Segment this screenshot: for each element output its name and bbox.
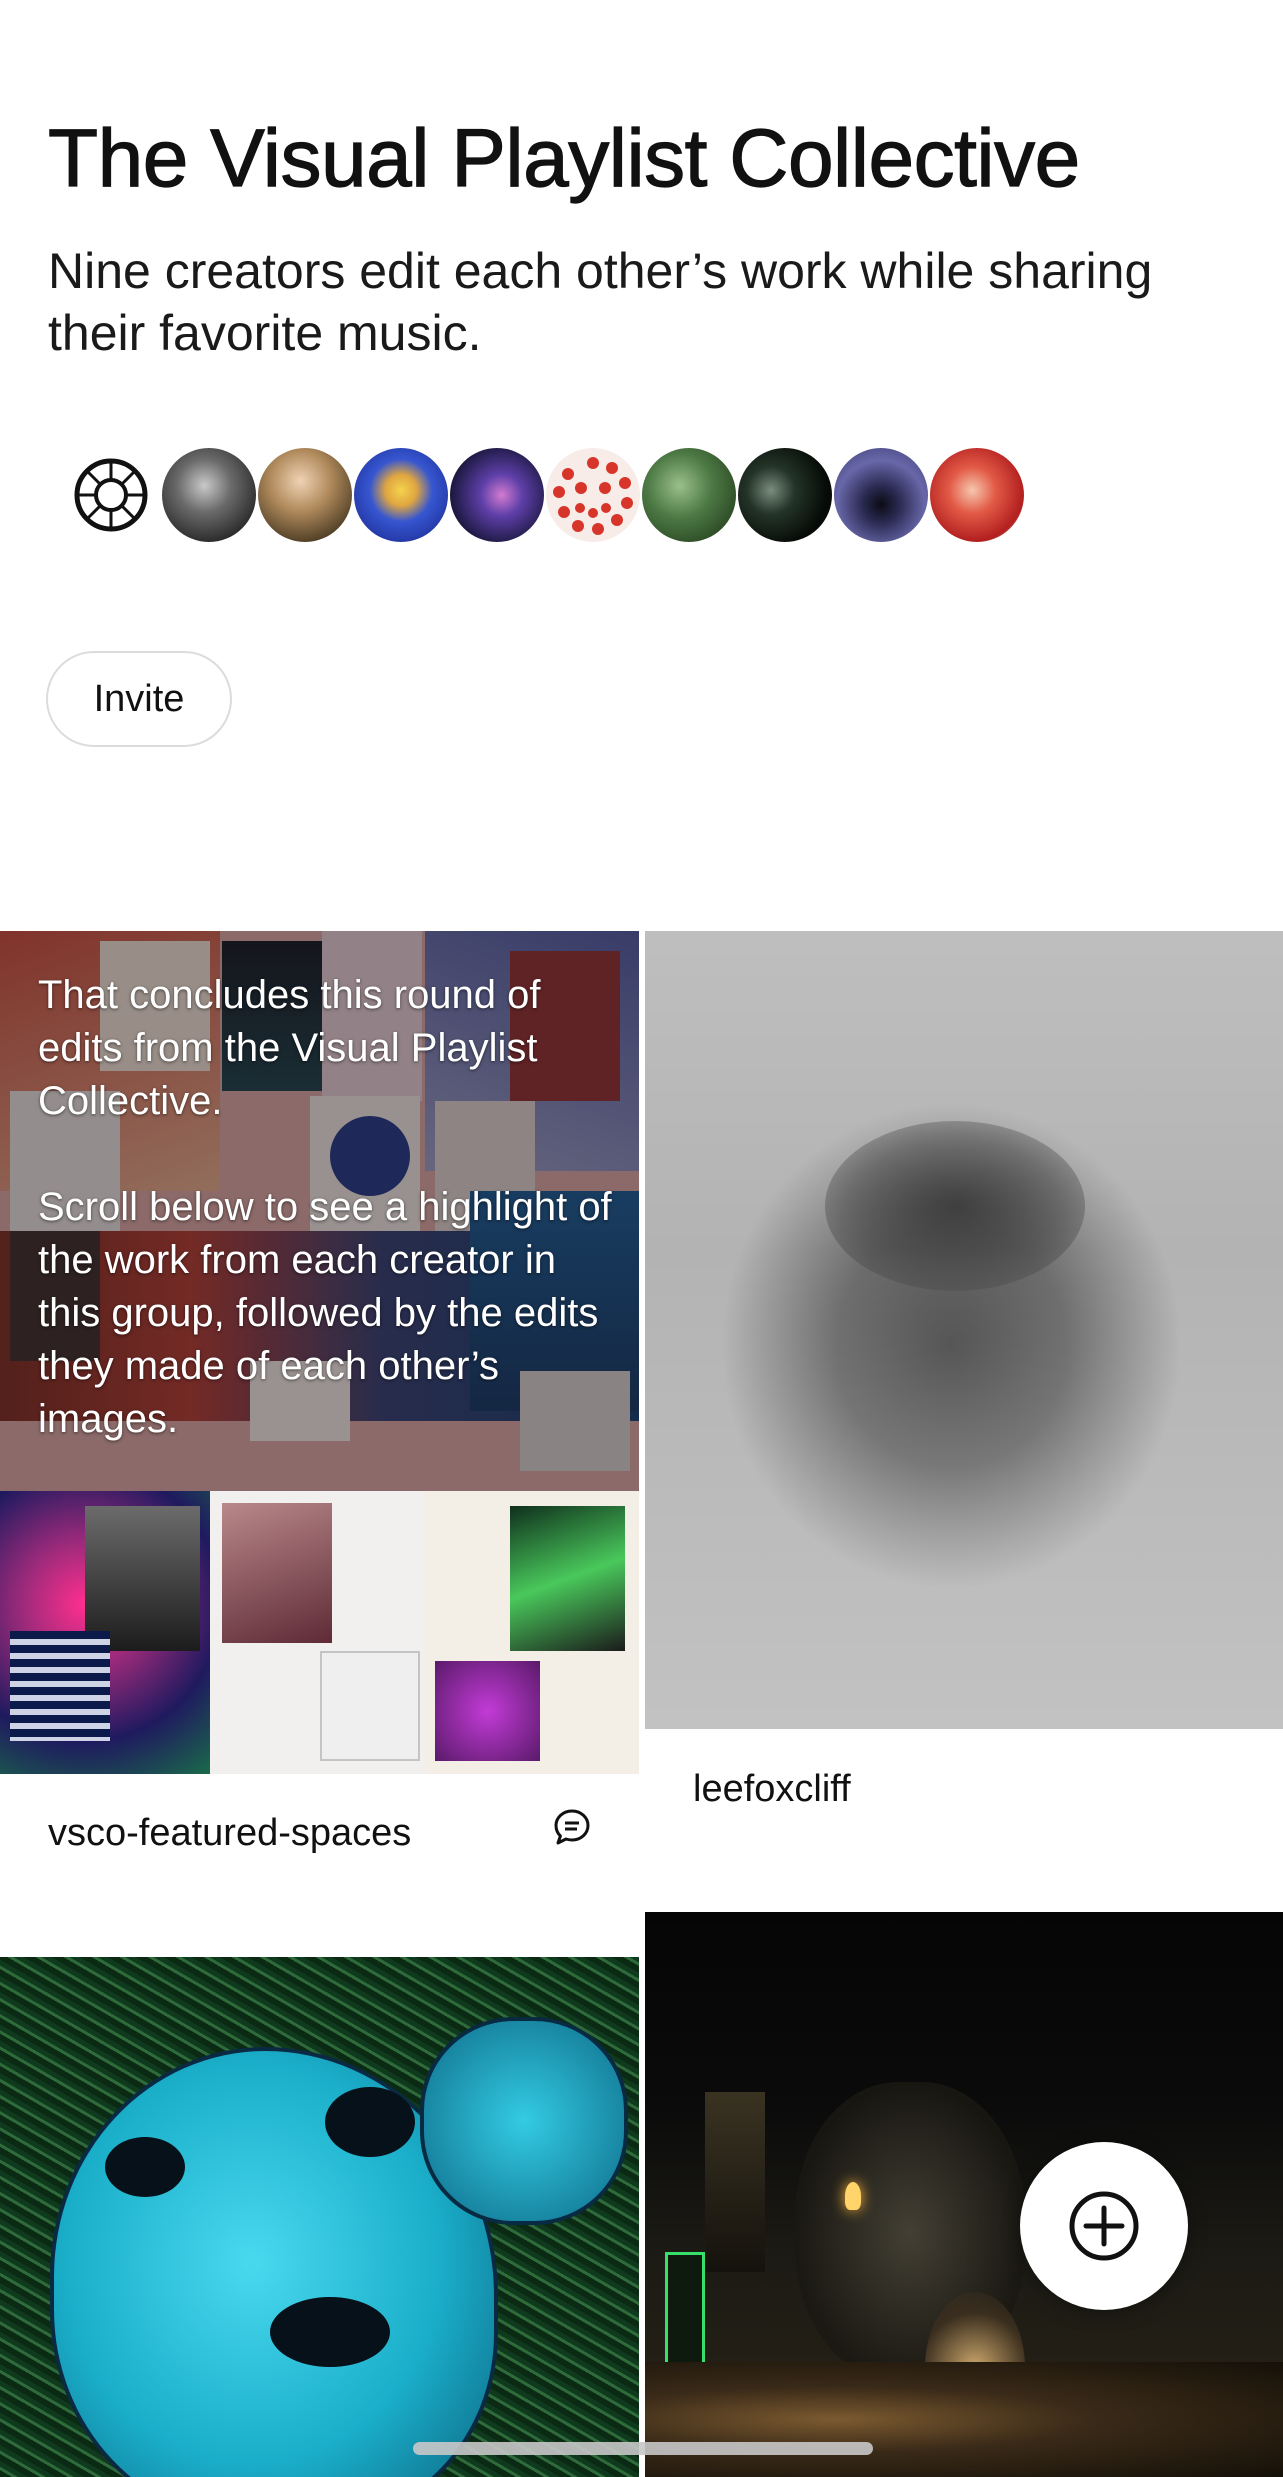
comment-icon[interactable] — [553, 1808, 591, 1846]
member-avatar[interactable] — [834, 448, 928, 542]
page-description: Nine creators edit each other’s work whi… — [48, 243, 1153, 361]
invite-button[interactable]: Invite — [46, 651, 232, 747]
vsco-logo-icon[interactable] — [64, 448, 158, 542]
home-indicator[interactable] — [413, 2442, 873, 2455]
illustration-mouth — [270, 2297, 390, 2367]
member-avatars — [64, 448, 1044, 542]
overlay-paragraph-1: That concludes this round of edits from … — [38, 973, 541, 1123]
illustration-eye — [105, 2137, 185, 2197]
member-avatar[interactable] — [738, 448, 832, 542]
page-title: The Visual Playlist Collective — [47, 113, 1080, 204]
feed-tile-photo[interactable] — [645, 931, 1283, 1729]
member-avatar[interactable] — [546, 448, 640, 542]
overlay-paragraph-2: Scroll below to see a highlight of the w… — [38, 1185, 612, 1441]
illustration-hand — [420, 2017, 628, 2225]
member-avatar[interactable] — [450, 448, 544, 542]
member-avatar[interactable] — [258, 448, 352, 542]
photo-image-grain — [645, 931, 1283, 1729]
night-photo-tower — [705, 2092, 765, 2272]
feed-tile-featured[interactable]: That concludes this round of edits from … — [0, 931, 639, 1774]
member-avatar[interactable] — [930, 448, 1024, 542]
member-avatar[interactable] — [642, 448, 736, 542]
feed-tile-night-photo[interactable] — [645, 1912, 1283, 2477]
tile-author-leefoxcliff[interactable]: leefoxcliff — [693, 1768, 851, 1811]
feed-tile-illustration[interactable] — [0, 1957, 639, 2477]
member-avatar[interactable] — [354, 448, 448, 542]
night-photo-light — [845, 2182, 861, 2210]
night-photo-ground — [645, 2362, 1283, 2477]
member-avatar[interactable] — [162, 448, 256, 542]
add-circle-icon[interactable] — [1020, 2142, 1188, 2310]
illustration-eye — [325, 2087, 415, 2157]
featured-overlay-text: That concludes this round of edits from … — [38, 969, 628, 1499]
tile-author-vsco-featured-spaces[interactable]: vsco-featured-spaces — [48, 1812, 411, 1855]
